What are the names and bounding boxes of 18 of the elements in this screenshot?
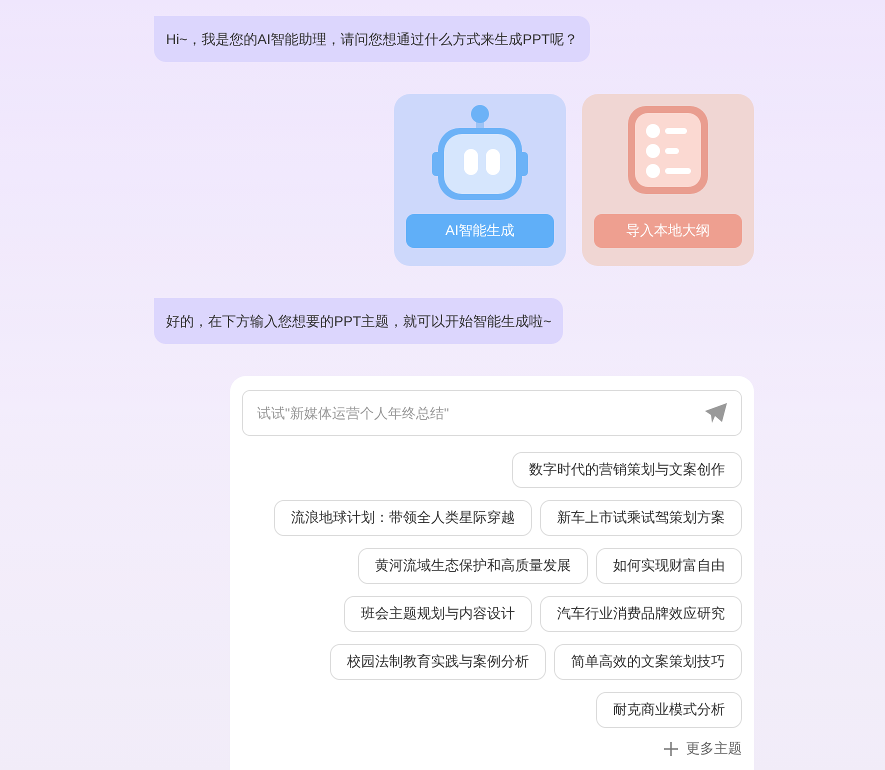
topic-chip[interactable]: 如何实现财富自由 <box>596 548 742 584</box>
topic-chip[interactable]: 班会主题规划与内容设计 <box>344 596 532 632</box>
topic-input-field[interactable]: 试试"新媒体运营个人年终总结" <box>242 390 742 436</box>
topic-chip[interactable]: 流浪地球计划：带领全人类星际穿越 <box>274 500 532 536</box>
topic-chip[interactable]: 新车上市试乘试驾策划方案 <box>540 500 742 536</box>
robot-icon <box>430 104 530 200</box>
list-document-icon <box>628 104 708 194</box>
topic-chip[interactable]: 耐克商业模式分析 <box>596 692 742 728</box>
topic-chip[interactable]: 黄河流域生态保护和高质量发展 <box>358 548 588 584</box>
chat-message: Hi~，我是您的AI智能助理，请问您想通过什么方式来生成PPT呢？ <box>154 16 590 62</box>
topic-chip[interactable]: 简单高效的文案策划技巧 <box>554 644 742 680</box>
more-topics-button[interactable]: 更多主题 <box>664 740 742 758</box>
topic-chip[interactable]: 数字时代的营销策划与文案创作 <box>512 452 742 488</box>
topic-chip[interactable]: 汽车行业消费品牌效应研究 <box>540 596 742 632</box>
send-icon[interactable] <box>704 402 728 424</box>
plus-icon <box>664 742 678 756</box>
chat-message: 好的，在下方输入您想要的PPT主题，就可以开始智能生成啦~ <box>154 298 564 344</box>
topic-chip[interactable]: 校园法制教育实践与案例分析 <box>330 644 546 680</box>
